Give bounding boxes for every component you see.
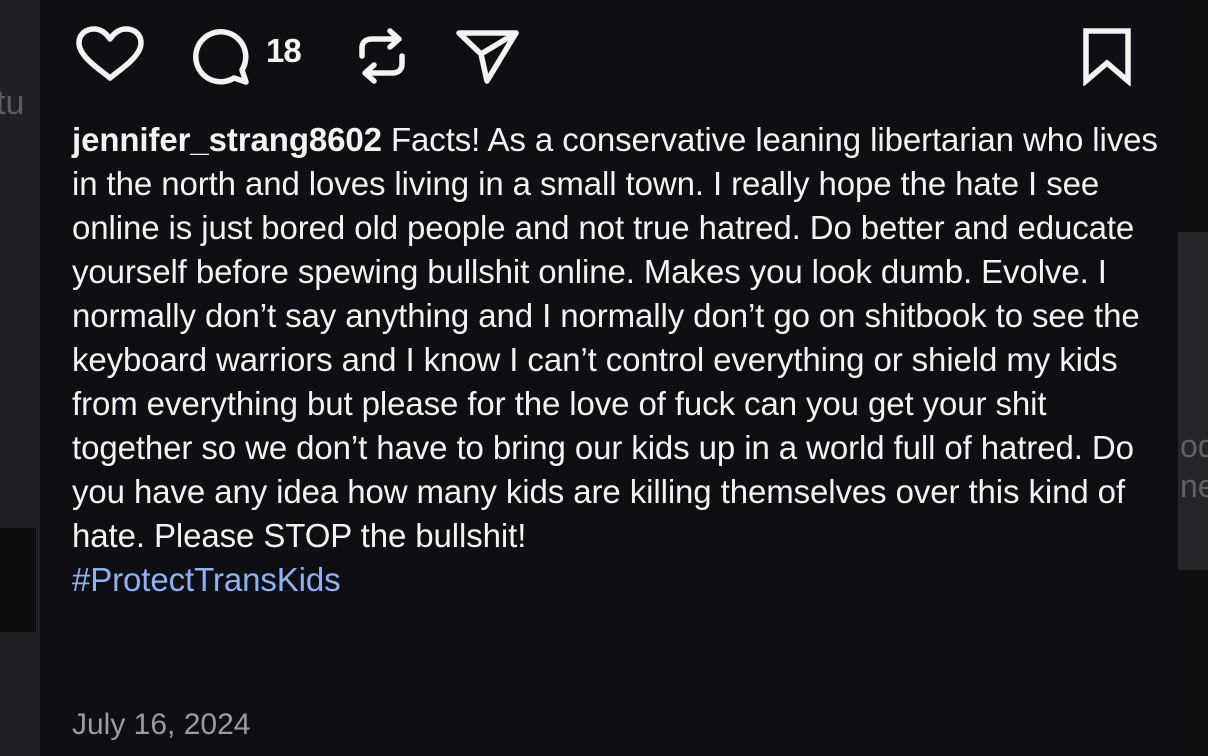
- post-caption: jennifer_strang8602 Facts! As a conserva…: [72, 118, 1162, 602]
- repost-button[interactable]: [354, 26, 410, 86]
- comment-icon: [193, 29, 249, 85]
- comment-button[interactable]: [190, 26, 250, 86]
- hashtag-link[interactable]: #ProtectTransKids: [72, 558, 1162, 602]
- heart-icon: [76, 26, 144, 81]
- background-right-text: od ne: [1180, 426, 1208, 506]
- background-right-block-bottom: [1178, 570, 1208, 756]
- post-panel: 18 jennifer_strang8602 Facts! As a conse…: [40, 0, 1178, 756]
- action-bar: 18: [40, 22, 1178, 86]
- background-left-block: [0, 528, 36, 632]
- share-button[interactable]: [454, 26, 520, 86]
- save-button[interactable]: [1080, 26, 1134, 86]
- caption-username[interactable]: jennifer_strang8602: [72, 121, 382, 158]
- comment-count: 18: [266, 32, 302, 69]
- caption-text: Facts! As a conservative leaning liberta…: [72, 121, 1158, 554]
- send-icon: [456, 30, 519, 84]
- background-right-text-line: ne: [1180, 468, 1208, 504]
- background-left-text: tu: [0, 84, 25, 122]
- post-date[interactable]: July 16, 2024: [72, 708, 250, 742]
- background-right-block-top: [1178, 0, 1208, 232]
- bookmark-icon: [1083, 28, 1131, 86]
- like-button[interactable]: [76, 26, 144, 82]
- background-right-text-line: od: [1180, 428, 1208, 464]
- repost-icon: [359, 28, 405, 84]
